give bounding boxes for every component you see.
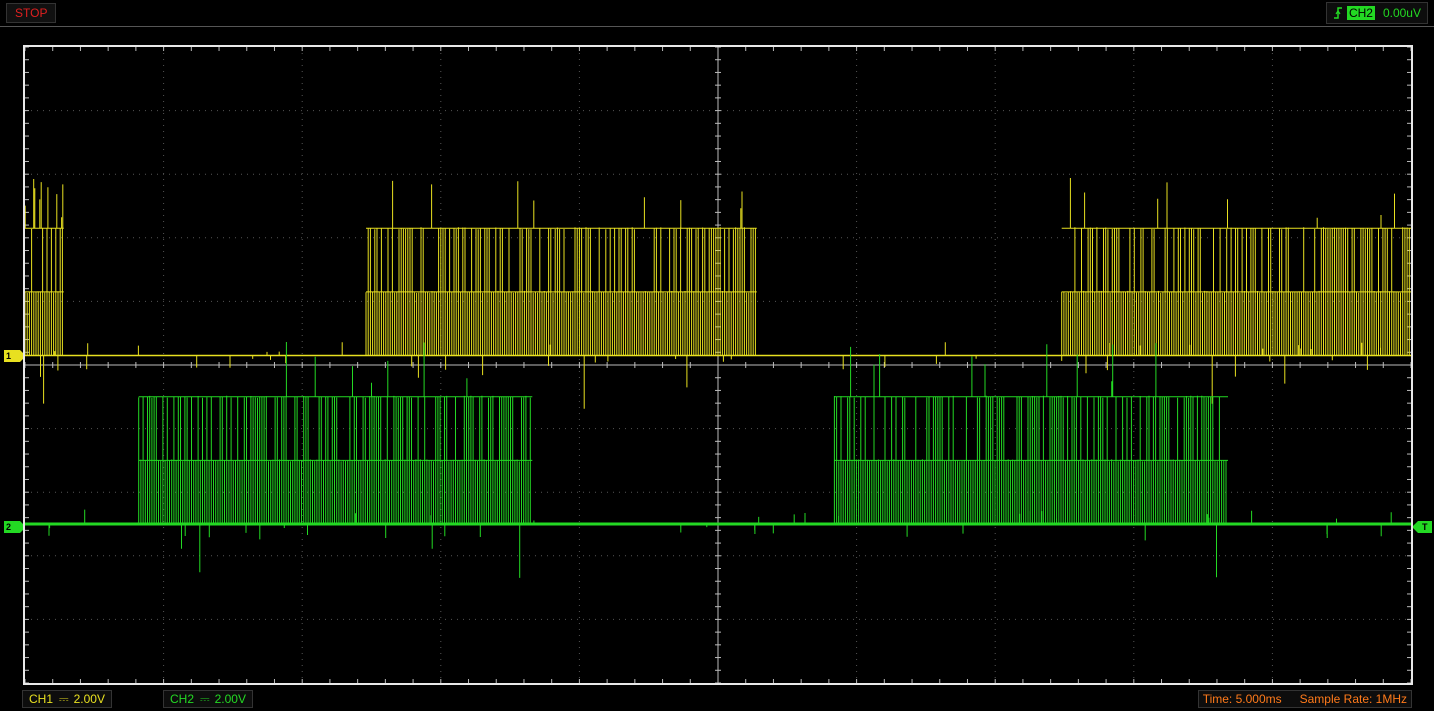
ch2-offset-marker[interactable]: 2 [4, 521, 26, 533]
time-per-div: Time: 5.000ms [1202, 692, 1282, 706]
ch2-label: CH2 [170, 692, 195, 706]
ch1-scale[interactable]: CH1 ⎓ 2.00V [22, 690, 112, 708]
status-bar: CH1 ⎓ 2.00V CH2 ⎓ 2.00V Time: 5.000ms Sa… [0, 687, 1434, 711]
ch1-volts-div: 2.00V [73, 692, 105, 706]
dc-coupling-icon: ⎓ [200, 692, 210, 706]
waveform-plot [25, 47, 1411, 683]
toolbar-divider [0, 26, 1434, 27]
trigger-source: CH2 [1346, 6, 1375, 20]
ch2-scale[interactable]: CH2 ⎓ 2.00V [163, 690, 253, 708]
rising-edge-icon [1333, 7, 1342, 19]
top-toolbar: STOP CH2 0.00uV [0, 0, 1434, 26]
sample-rate: Sample Rate: 1MHz [1299, 692, 1407, 706]
trigger-level-marker[interactable]: T [1412, 521, 1434, 533]
ch1-label: CH1 [29, 692, 54, 706]
ch2-volts-div: 2.00V [214, 692, 246, 706]
run-stop-status[interactable]: STOP [6, 3, 57, 23]
ch1-offset-marker[interactable]: 1 [4, 350, 26, 362]
timebase-info[interactable]: Time: 5.000ms Sample Rate: 1MHz [1197, 690, 1412, 708]
trigger-panel[interactable]: CH2 0.00uV [1325, 2, 1428, 24]
dc-coupling-icon: ⎓ [59, 692, 69, 706]
scope-display[interactable] [23, 45, 1413, 685]
trigger-level: 0.00uV [1382, 6, 1421, 20]
